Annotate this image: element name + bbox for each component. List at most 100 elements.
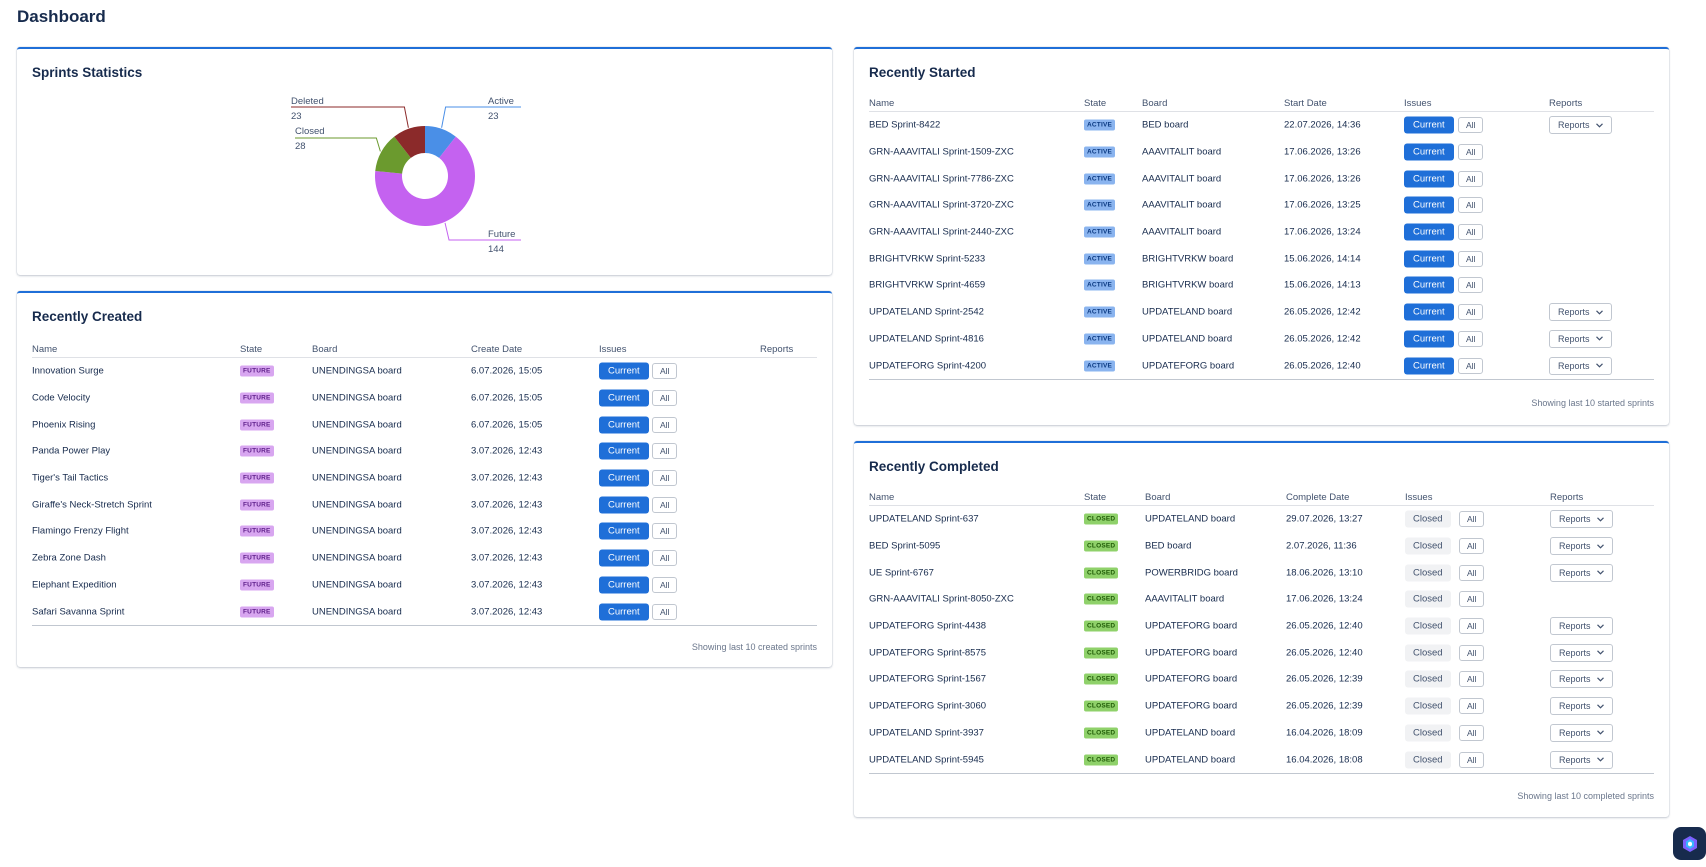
issues-all-button[interactable]: All	[652, 576, 678, 593]
issues-all-button[interactable]: All	[1459, 564, 1485, 581]
issues-closed-button[interactable]: Closed	[1405, 751, 1451, 769]
reports-dropdown[interactable]: Reports	[1550, 643, 1613, 662]
issues-all-button[interactable]: All	[1459, 618, 1485, 635]
issues-all-button[interactable]: All	[652, 603, 678, 620]
sprints-statistics-card: Sprints Statistics Deleted 23 Closed 28 …	[17, 47, 832, 275]
issues-current-button[interactable]: Current	[599, 389, 649, 407]
state-lozenge: ACTIVE	[1084, 333, 1116, 345]
issues-all-button[interactable]: All	[1458, 170, 1484, 187]
issues-current-button[interactable]: Current	[1404, 357, 1454, 375]
reports-dropdown[interactable]: Reports	[1549, 116, 1612, 135]
issues-current-button[interactable]: Current	[599, 522, 649, 540]
issues-all-button[interactable]: All	[652, 443, 678, 460]
issues-all-button[interactable]: All	[1459, 698, 1485, 715]
issues-all-button[interactable]: All	[1458, 304, 1484, 321]
issues-current-button[interactable]: Current	[599, 362, 649, 380]
issues-current-button[interactable]: Current	[599, 549, 649, 567]
reports-label: Reports	[1558, 120, 1590, 131]
issues-all-button[interactable]: All	[652, 496, 678, 513]
issues-current-button[interactable]: Current	[1404, 276, 1454, 294]
issues-all-button[interactable]: All	[1459, 644, 1485, 661]
reports-dropdown[interactable]: Reports	[1550, 670, 1613, 689]
reports-dropdown[interactable]: Reports	[1549, 303, 1612, 322]
issues-all-button[interactable]: All	[1458, 330, 1484, 347]
reports-dropdown[interactable]: Reports	[1549, 329, 1612, 348]
issues-current-button[interactable]: Current	[1404, 250, 1454, 268]
issues-all-button[interactable]: All	[1458, 277, 1484, 294]
issues-current-button[interactable]: Current	[599, 576, 649, 594]
reports-dropdown[interactable]: Reports	[1550, 510, 1613, 529]
reports-dropdown[interactable]: Reports	[1550, 537, 1613, 556]
sprint-name: GRN-AAAVITALI Sprint-2440-ZXC	[869, 226, 1014, 238]
col-state: State	[240, 344, 263, 355]
issues-closed-button[interactable]: Closed	[1405, 617, 1451, 635]
chevron-down-icon	[1595, 310, 1603, 315]
table-row: BRIGHTVRKW Sprint-5233 ACTIVE BRIGHTVRKW b…	[869, 245, 1654, 272]
issues-all-button[interactable]: All	[1459, 751, 1485, 768]
issues-all-button[interactable]: All	[1458, 144, 1484, 161]
col-name: Name	[32, 344, 58, 355]
issues-all-button[interactable]: All	[1459, 538, 1485, 555]
issues-all-button[interactable]: All	[1458, 250, 1484, 267]
issues-all-button[interactable]: All	[652, 550, 678, 567]
issues-current-button[interactable]: Current	[599, 416, 649, 434]
issues-all-button[interactable]: All	[652, 363, 678, 380]
issues-all-button[interactable]: All	[652, 470, 678, 487]
state-lozenge: FUTURE	[240, 499, 274, 511]
issues-current-button[interactable]: Current	[1404, 223, 1454, 241]
issues-closed-button[interactable]: Closed	[1405, 697, 1451, 715]
issues-current-button[interactable]: Current	[599, 496, 649, 514]
issues-all-button[interactable]: All	[1459, 671, 1485, 688]
col-reports: Reports	[1549, 98, 1583, 109]
issues-current-button[interactable]: Current	[1404, 170, 1454, 188]
reports-dropdown[interactable]: Reports	[1550, 723, 1613, 742]
sprint-name: Giraffe's Neck-Stretch Sprint	[32, 499, 152, 511]
state-lozenge: ACTIVE	[1084, 146, 1116, 158]
issues-all-button[interactable]: All	[652, 390, 678, 407]
sprint-name: UPDATELAND Sprint-2542	[869, 306, 984, 318]
issues-current-button[interactable]: Current	[1404, 303, 1454, 321]
issues-all-button[interactable]: All	[1458, 224, 1484, 241]
issues-closed-button[interactable]: Closed	[1405, 537, 1451, 555]
sprint-name: UPDATEFORG Sprint-8575	[869, 647, 987, 659]
board-name: UNENDINGSA board	[312, 579, 402, 591]
issues-current-button[interactable]: Current	[599, 469, 649, 487]
sprint-date: 6.07.2026, 15:05	[471, 365, 543, 377]
issues-current-button[interactable]: Current	[1404, 330, 1454, 348]
issues-closed-button[interactable]: Closed	[1405, 644, 1451, 662]
issues-closed-button[interactable]: Closed	[1405, 510, 1451, 528]
table-row: BRIGHTVRKW Sprint-4659 ACTIVE BRIGHTVRKW b…	[869, 272, 1654, 299]
state-lozenge: FUTURE	[240, 472, 274, 484]
issues-current-button[interactable]: Current	[1404, 143, 1454, 161]
floating-help-button[interactable]	[1673, 827, 1706, 860]
reports-dropdown[interactable]: Reports	[1550, 563, 1613, 582]
reports-dropdown[interactable]: Reports	[1550, 750, 1613, 769]
issues-closed-button[interactable]: Closed	[1405, 670, 1451, 688]
issues-all-button[interactable]: All	[1458, 357, 1484, 374]
reports-dropdown[interactable]: Reports	[1549, 356, 1612, 375]
issues-current-button[interactable]: Current	[599, 603, 649, 621]
reports-label: Reports	[1559, 674, 1591, 685]
sprint-name: UPDATELAND Sprint-5945	[869, 754, 984, 766]
issues-all-button[interactable]: All	[1458, 197, 1484, 214]
sprint-date: 3.07.2026, 12:43	[471, 472, 543, 484]
issues-current-button[interactable]: Current	[1404, 196, 1454, 214]
sprint-date: 26.05.2026, 12:39	[1286, 700, 1363, 712]
issues-all-button[interactable]: All	[1459, 724, 1485, 741]
issues-all-button[interactable]: All	[652, 416, 678, 433]
issues-current-button[interactable]: Current	[1404, 116, 1454, 134]
issues-all-button[interactable]: All	[1459, 511, 1485, 528]
issues-all-button[interactable]: All	[652, 523, 678, 540]
table-row: UPDATEFORG Sprint-3060 CLOSED UPDATEFORG b…	[869, 693, 1654, 720]
issues-all-button[interactable]: All	[1459, 591, 1485, 608]
board-name: AAAVITALIT board	[1145, 593, 1225, 605]
issues-closed-button[interactable]: Closed	[1405, 564, 1451, 582]
sprint-date: 3.07.2026, 12:43	[471, 499, 543, 511]
issues-closed-button[interactable]: Closed	[1405, 724, 1451, 742]
issues-all-button[interactable]: All	[1458, 117, 1484, 134]
reports-dropdown[interactable]: Reports	[1550, 697, 1613, 716]
issues-current-button[interactable]: Current	[599, 442, 649, 460]
issues-closed-button[interactable]: Closed	[1405, 590, 1451, 608]
reports-dropdown[interactable]: Reports	[1550, 617, 1613, 636]
legend-deleted-value: 23	[291, 111, 302, 122]
